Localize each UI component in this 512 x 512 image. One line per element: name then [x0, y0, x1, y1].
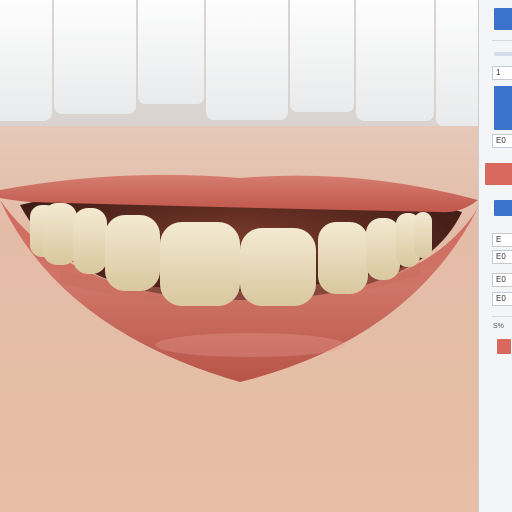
smile-image	[0, 0, 478, 512]
fill-color-swatch[interactable]	[497, 339, 511, 354]
image-canvas[interactable]	[0, 0, 478, 512]
value-field-5[interactable]: E0	[492, 273, 512, 287]
value-field-1[interactable]: 1	[492, 66, 512, 80]
value-field-3[interactable]: E	[492, 233, 512, 247]
properties-panel: 1 E0 E E0 E0 E0 S%	[478, 0, 512, 512]
upper-close-up-teeth	[0, 0, 478, 126]
section-label: S%	[493, 323, 504, 330]
value-field-4[interactable]: E0	[492, 250, 512, 264]
gradient-swatch[interactable]	[494, 86, 512, 130]
panel-divider	[492, 316, 512, 317]
secondary-blue-swatch[interactable]	[494, 200, 512, 216]
primary-color-swatch[interactable]	[494, 8, 512, 30]
editor-window: 1 E0 E E0 E0 E0 S%	[0, 0, 512, 512]
accent-color-swatch[interactable]	[485, 163, 512, 185]
value-field-6[interactable]: E0	[492, 292, 512, 306]
panel-divider	[492, 40, 512, 41]
color-bar	[494, 52, 512, 56]
value-field-2[interactable]: E0	[492, 134, 512, 148]
